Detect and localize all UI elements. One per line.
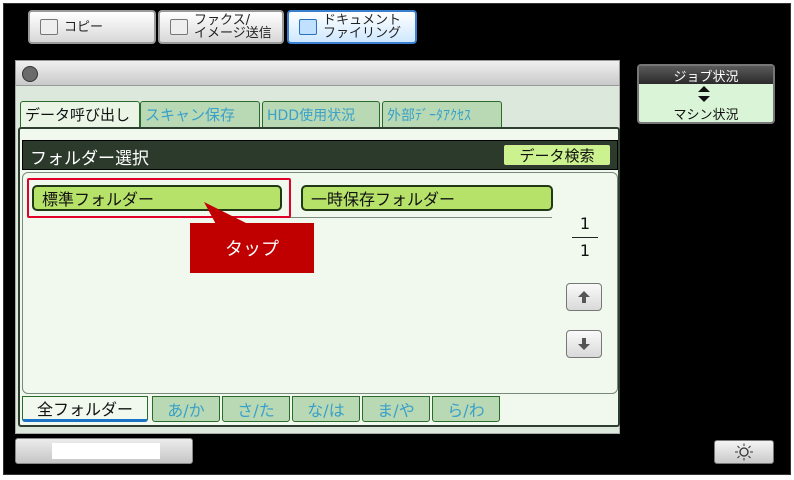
job-status-label: ジョブ状況 — [639, 66, 773, 85]
brightness-button[interactable] — [714, 440, 774, 464]
copy-icon — [40, 19, 58, 35]
copy-mode-label: コピー — [64, 19, 104, 35]
page-fraction-line — [572, 237, 598, 238]
page-down-button[interactable] — [566, 330, 602, 358]
tap-callout: タップ — [190, 223, 314, 273]
tab-data-retrieve[interactable]: データ呼び出し — [20, 101, 140, 127]
page-total: 1 — [579, 241, 591, 260]
index-tab-ra-wa[interactable]: ら/わ — [432, 396, 500, 422]
page-up-button[interactable] — [566, 283, 602, 311]
document-filing-icon — [299, 19, 317, 35]
machine-status-label: マシン状況 — [673, 108, 739, 123]
tab-scan-save[interactable]: スキャン保存 — [140, 101, 260, 127]
page-current: 1 — [579, 214, 591, 233]
index-tab-sa-ta[interactable]: さ/た — [222, 396, 290, 422]
document-filing-mode-button[interactable]: ドキュメント ファイリング — [287, 10, 417, 44]
index-tab-all-folders[interactable]: 全フォルダー — [22, 396, 148, 422]
brightness-icon — [735, 443, 753, 461]
folder-select-title: フォルダー選択 — [30, 149, 149, 169]
fax-image-send-mode-button[interactable]: ファクス/ イメージ送信 — [158, 10, 284, 44]
arrow-down-icon — [578, 338, 590, 350]
arrow-up-icon — [578, 291, 590, 303]
panel-header-bar — [15, 60, 620, 86]
temporary-folder-button[interactable]: 一時保存フォルダー — [301, 185, 553, 211]
highlight-box — [27, 178, 291, 218]
status-message-area — [52, 443, 160, 459]
fax-icon — [170, 19, 188, 35]
document-filing-mode-label: ドキュメント ファイリング — [323, 13, 402, 41]
toggle-arrows-icon — [698, 86, 710, 102]
data-search-button[interactable]: データ検索 — [503, 144, 611, 166]
tab-hdd-usage[interactable]: HDD使用状況 — [262, 101, 380, 127]
index-tab-ma-ya[interactable]: ま/や — [362, 396, 430, 422]
tab-external-data-access[interactable]: 外部ﾃﾞｰﾀｱｸｾｽ — [382, 101, 502, 127]
copy-mode-button[interactable]: コピー — [28, 10, 156, 44]
fax-mode-label: ファクス/ イメージ送信 — [194, 13, 272, 41]
document-filing-icon — [22, 66, 38, 82]
index-tab-na-ha[interactable]: な/は — [292, 396, 360, 422]
index-tab-a-ka[interactable]: あ/か — [152, 396, 220, 422]
